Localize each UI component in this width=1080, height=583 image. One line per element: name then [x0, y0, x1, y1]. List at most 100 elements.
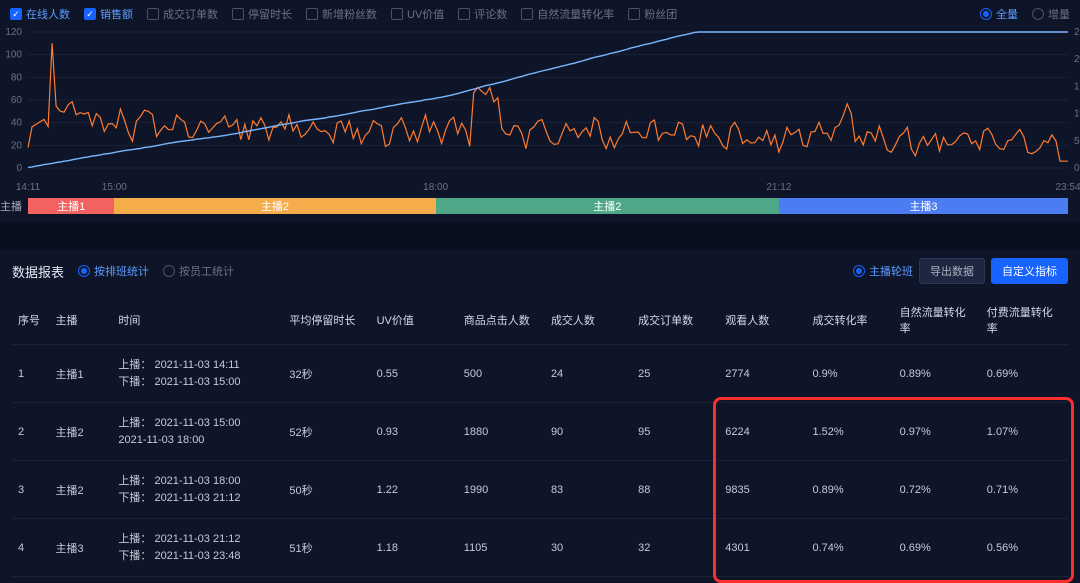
table-cell: 500 [458, 345, 545, 403]
check-icon [391, 8, 403, 20]
table-cell: 50秒 [283, 461, 370, 519]
svg-text:0: 0 [16, 163, 22, 174]
table-cell: 主播2 [50, 403, 113, 461]
table-cell: 4301 [719, 519, 806, 577]
tab-by-shift[interactable]: 按排班统计 [78, 263, 149, 279]
radio-icon [853, 265, 865, 277]
timeline-segments: 主播1主播2主播2主播3 [28, 198, 1068, 214]
check-icon [232, 8, 244, 20]
table-header[interactable]: 成交订单数 [632, 296, 719, 345]
table-header[interactable]: 商品点击人数 [458, 296, 545, 345]
metric-checkbox-natconv[interactable]: 自然流量转化率 [521, 6, 614, 22]
table-cell: 主播3 [50, 519, 113, 577]
table-cell: 30 [545, 519, 632, 577]
metric-checkbox-comments[interactable]: 评论数 [458, 6, 507, 22]
metric-checkbox-orders[interactable]: 成交订单数 [147, 6, 218, 22]
timeline-segment[interactable]: 主播2 [114, 198, 435, 214]
table-header[interactable]: 时间 [112, 296, 283, 345]
table-cell: 9835 [719, 461, 806, 519]
table-cell: 上播： 2021-11-03 15:002021-11-03 18:00 [112, 403, 283, 461]
table-cell: 32秒 [283, 345, 370, 403]
table-cell: 0.74% [806, 519, 893, 577]
metric-checkbox-sales[interactable]: ✓销售额 [84, 6, 133, 22]
table-cell: 上播： 2021-11-03 18:00下播： 2021-11-03 21:12 [112, 461, 283, 519]
table-row: 1主播1上播： 2021-11-03 14:11下播： 2021-11-03 1… [12, 345, 1068, 403]
table-row: 3主播2上播： 2021-11-03 18:00下播： 2021-11-03 2… [12, 461, 1068, 519]
table-cell: 1880 [458, 403, 545, 461]
check-icon: ✓ [84, 8, 96, 20]
table-header[interactable]: 序号 [12, 296, 50, 345]
svg-text:60: 60 [11, 95, 23, 106]
table-cell: 1.07% [981, 403, 1068, 461]
scope-radio-group: 全量 增量 [980, 6, 1070, 22]
radio-icon [78, 265, 90, 277]
table-cell: 0.55 [371, 345, 458, 403]
svg-text:120: 120 [5, 27, 22, 38]
table-cell: 主播1 [50, 345, 113, 403]
metric-checkbox-uv[interactable]: UV价值 [391, 6, 444, 22]
table-header[interactable]: 自然流量转化率 [894, 296, 981, 345]
scope-radio-full[interactable]: 全量 [980, 6, 1018, 22]
table-cell: 上播： 2021-11-03 21:12下播： 2021-11-03 23:48 [112, 519, 283, 577]
table-cell: 主播2 [50, 461, 113, 519]
svg-text:0: 0 [1074, 163, 1080, 174]
table-cell: 51秒 [283, 519, 370, 577]
table-cell: 52秒 [283, 403, 370, 461]
report-title: 数据报表 [12, 262, 64, 281]
metric-checkbox-online[interactable]: ✓在线人数 [10, 6, 70, 22]
table-cell: 32 [632, 519, 719, 577]
metric-checkbox-dwell[interactable]: 停留时长 [232, 6, 292, 22]
table-cell: 4 [12, 519, 50, 577]
x-tick: 23:54 [1055, 182, 1080, 193]
check-icon [521, 8, 533, 20]
table-cell: 1.18 [371, 519, 458, 577]
radio-icon [980, 8, 992, 20]
custom-columns-button[interactable]: 自定义指标 [991, 258, 1068, 284]
svg-text:40: 40 [11, 118, 23, 129]
table-cell: 90 [545, 403, 632, 461]
x-tick: 14:11 [16, 182, 40, 193]
table-cell: 0.71% [981, 461, 1068, 519]
table-header[interactable]: 付费流量转化率 [981, 296, 1068, 345]
table-header[interactable]: 观看人数 [719, 296, 806, 345]
table-cell: 83 [545, 461, 632, 519]
tab-by-staff[interactable]: 按员工统计 [163, 263, 234, 279]
table-header[interactable]: 成交人数 [545, 296, 632, 345]
svg-text:20: 20 [11, 140, 23, 151]
table-row: 4主播3上播： 2021-11-03 21:12下播： 2021-11-03 2… [12, 519, 1068, 577]
scope-radio-delta[interactable]: 增量 [1032, 6, 1070, 22]
metric-selector-row: ✓在线人数 ✓销售额 成交订单数 停留时长 新增粉丝数 UV价值 评论数 自然流… [0, 0, 1080, 28]
check-icon [628, 8, 640, 20]
table-cell: 0.93 [371, 403, 458, 461]
timeline-segment[interactable]: 主播3 [779, 198, 1068, 214]
svg-text:2w: 2w [1074, 54, 1080, 65]
svg-text:1.5w: 1.5w [1074, 81, 1080, 92]
table-cell: 1.22 [371, 461, 458, 519]
timeline-label: 主播 [0, 198, 28, 214]
x-tick: 18:00 [423, 182, 448, 193]
check-icon: ✓ [10, 8, 22, 20]
table-cell: 88 [632, 461, 719, 519]
line-chart: 020406080100120050001w1.5w2w2.5w [28, 28, 1068, 178]
table-body: 1主播1上播： 2021-11-03 14:11下播： 2021-11-03 1… [12, 345, 1068, 577]
chart-area: 020406080100120050001w1.5w2w2.5w [0, 28, 1080, 182]
table-cell: 1 [12, 345, 50, 403]
export-button[interactable]: 导出数据 [919, 258, 985, 284]
table-header[interactable]: 成交转化率 [806, 296, 893, 345]
data-table-wrap: 序号主播时间平均停留时长UV价值商品点击人数成交人数成交订单数观看人数成交转化率… [0, 296, 1080, 577]
timeline-segment[interactable]: 主播1 [28, 198, 114, 214]
table-header[interactable]: 主播 [50, 296, 113, 345]
shift-radio[interactable]: 主播轮班 [853, 263, 913, 279]
svg-text:100: 100 [5, 50, 22, 61]
table-cell: 25 [632, 345, 719, 403]
table-header[interactable]: UV价值 [371, 296, 458, 345]
svg-text:80: 80 [11, 72, 23, 83]
table-header-row: 序号主播时间平均停留时长UV价值商品点击人数成交人数成交订单数观看人数成交转化率… [12, 296, 1068, 345]
svg-text:2.5w: 2.5w [1074, 27, 1080, 38]
table-header[interactable]: 平均停留时长 [283, 296, 370, 345]
timeline-segment[interactable]: 主播2 [436, 198, 779, 214]
check-icon [306, 8, 318, 20]
metric-checkbox-newfans[interactable]: 新增粉丝数 [306, 6, 377, 22]
table-cell: 1105 [458, 519, 545, 577]
metric-checkbox-fansgroup[interactable]: 粉丝团 [628, 6, 677, 22]
